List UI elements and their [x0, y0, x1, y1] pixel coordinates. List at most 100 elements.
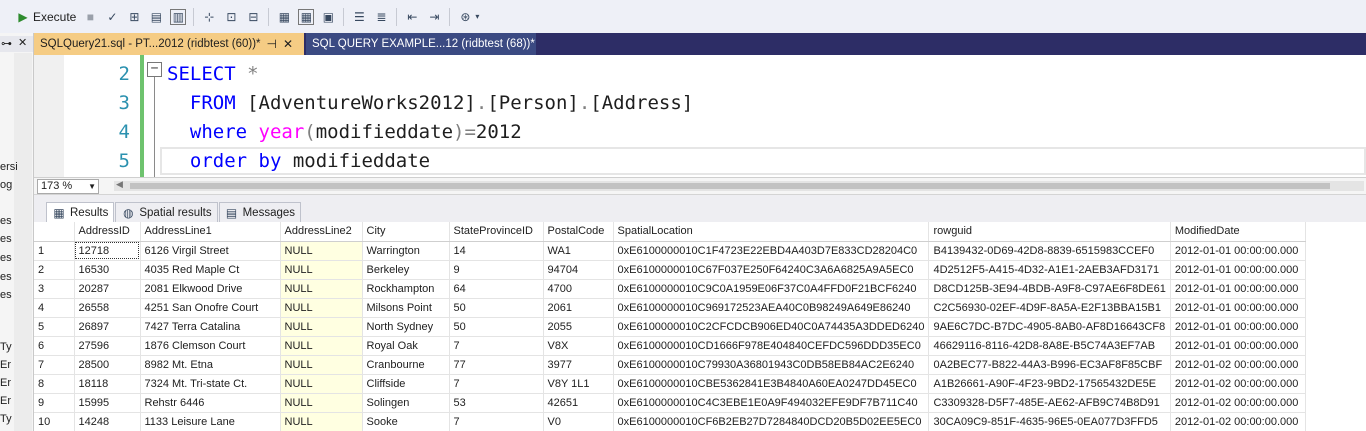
table-cell[interactable]: C3309328-D5F7-485E-AE62-AFB9C74B8D91 [928, 393, 1171, 413]
explorer-node[interactable]: ersi [0, 161, 18, 173]
table-cell[interactable]: 1876 Clemson Court [140, 336, 281, 356]
table-cell[interactable]: B4139432-0D69-42D8-8839-6515983CCEF0 [928, 241, 1171, 261]
table-cell[interactable]: Milsons Point [362, 298, 450, 318]
explorer-node[interactable]: og [0, 179, 12, 191]
table-cell[interactable]: NULL [280, 374, 363, 394]
estimated-plan-button[interactable]: ⊞ [123, 6, 145, 28]
table-cell[interactable]: 50 [449, 317, 544, 337]
table-row[interactable]: 2 16530 4035 Red Maple Ct NULL Berkeley 9 9470… [34, 260, 1306, 280]
zoom-dropdown[interactable]: 173 % ▼ [37, 179, 99, 194]
table-cell[interactable]: NULL [280, 241, 363, 261]
table-cell[interactable]: NULL [280, 355, 363, 375]
code-line[interactable]: 2 SELECT * [34, 59, 1364, 88]
table-cell[interactable]: 12718 [74, 241, 141, 261]
table-cell[interactable]: 50 [449, 298, 544, 318]
table-cell[interactable]: 6126 Virgil Street [140, 241, 281, 261]
table-cell[interactable]: 9 [449, 260, 544, 280]
table-cell[interactable]: Berkeley [362, 260, 450, 280]
table-cell[interactable]: 42651 [543, 393, 614, 413]
table-cell[interactable]: NULL [280, 412, 363, 431]
comment-button[interactable]: ☰ [348, 6, 370, 28]
stop-button[interactable]: ■ [79, 6, 101, 28]
table-row[interactable]: 6 27596 1876 Clemson Court NULL Royal Oak 7 V8… [34, 336, 1306, 356]
column-header[interactable]: City [362, 222, 450, 242]
explorer-node[interactable]: es [0, 271, 12, 283]
explorer-node[interactable]: Ty [0, 341, 12, 353]
intellisense-button[interactable]: ▥ [167, 6, 189, 28]
table-cell[interactable]: 1133 Leisure Lane [140, 412, 281, 431]
column-header[interactable]: SpatialLocation [613, 222, 930, 242]
query-editor[interactable]: − 2 SELECT * 3 FROM [AdventureWorks2012].[… [34, 55, 1366, 178]
table-cell[interactable]: 7 [449, 374, 544, 394]
table-cell[interactable]: 0A2BEC77-B822-44A3-B996-EC3AF8F85CBF [928, 355, 1171, 375]
code-line[interactable]: 4 where year(modifieddate)=2012 [34, 117, 1364, 146]
pin-icon[interactable]: ⊣ [267, 37, 277, 51]
table-cell[interactable]: 53 [449, 393, 544, 413]
table-cell[interactable]: 77 [449, 355, 544, 375]
close-icon[interactable]: ✕ [18, 36, 27, 49]
table-cell[interactable]: NULL [280, 298, 363, 318]
table-cell[interactable]: 28500 [74, 355, 141, 375]
scroll-left-icon[interactable]: ◀ [116, 179, 123, 190]
explorer-node[interactable]: Er [0, 359, 11, 371]
table-row[interactable]: 5 26897 7427 Terra Catalina NULL North Sydne… [34, 317, 1306, 337]
table-cell[interactable]: Rockhampton [362, 279, 450, 299]
table-row[interactable]: 4 26558 4251 San Onofre Court NULL Milsons P… [34, 298, 1306, 318]
table-row[interactable]: 7 28500 8982 Mt. Etna NULL Cranbourne 77 3977 0… [34, 355, 1306, 375]
table-row[interactable]: 3 20287 2081 Elkwood Drive NULL Rockhampton 6… [34, 279, 1306, 299]
table-cell[interactable]: 46629116-8116-42D8-8A8E-B5C74A3EF7AB [928, 336, 1171, 356]
row-number[interactable]: 7 [34, 355, 75, 375]
table-cell[interactable]: 26897 [74, 317, 141, 337]
table-cell[interactable]: 7 [449, 412, 544, 431]
table-cell[interactable]: 0xE6100000010C67F037E250F64240C3A6A6825A… [613, 260, 930, 280]
table-cell[interactable]: 0xE6100000010C2CFCDCB906ED40C0A74435A3DD… [613, 317, 930, 337]
table-cell[interactable]: Sooke [362, 412, 450, 431]
close-icon[interactable]: ✕ [283, 37, 293, 51]
uncomment-button[interactable]: ≣ [370, 6, 392, 28]
row-number[interactable]: 9 [34, 393, 75, 413]
table-cell[interactable]: Cliffside [362, 374, 450, 394]
live-stats-button[interactable]: ⊡ [220, 6, 242, 28]
table-cell[interactable]: 94704 [543, 260, 614, 280]
column-header[interactable]: ModifiedDate [1170, 222, 1306, 242]
table-cell[interactable]: 0xE6100000010C1F4723E22EBD4A403D7E833CD2… [613, 241, 930, 261]
table-cell[interactable]: 2012-01-01 00:00:00.000 [1170, 298, 1306, 318]
table-cell[interactable]: 14 [449, 241, 544, 261]
table-cell[interactable]: 2012-01-01 00:00:00.000 [1170, 336, 1306, 356]
row-number[interactable]: 1 [34, 241, 75, 261]
row-number[interactable]: 2 [34, 260, 75, 280]
table-cell[interactable]: 15995 [74, 393, 141, 413]
results-to-text-button[interactable]: ▦ [273, 6, 295, 28]
filter-icon[interactable]: ⊶ [1, 37, 12, 50]
table-cell[interactable]: D8CD125B-3E94-4BDB-A9F8-C97AE6F8DE61 [928, 279, 1171, 299]
results-to-grid-button[interactable]: ▦ [295, 6, 317, 28]
results-grid[interactable]: AddressID AddressLine1 AddressLine2 City Sta… [34, 222, 1366, 431]
table-cell[interactable]: 0xE6100000010CD1666F978E404840CEFDC596DD… [613, 336, 930, 356]
query-options-button[interactable]: ▤ [145, 6, 167, 28]
table-cell[interactable]: 4251 San Onofre Court [140, 298, 281, 318]
table-cell[interactable]: 64 [449, 279, 544, 299]
execute-button[interactable]: ▶ Execute [12, 6, 79, 28]
row-number[interactable]: 8 [34, 374, 75, 394]
specify-values-button[interactable]: ⊛ ▾ [454, 6, 484, 28]
column-header[interactable]: StateProvinceID [449, 222, 544, 242]
column-header[interactable]: AddressLine1 [140, 222, 281, 242]
table-cell[interactable]: NULL [280, 393, 363, 413]
table-cell[interactable]: 0xE6100000010C79930A36801943C0DB58EB84AC… [613, 355, 930, 375]
explorer-node[interactable]: Er [0, 377, 11, 389]
table-cell[interactable]: 26558 [74, 298, 141, 318]
table-cell[interactable]: NULL [280, 279, 363, 299]
table-cell[interactable]: Royal Oak [362, 336, 450, 356]
explorer-node[interactable]: Ty [0, 413, 12, 425]
table-cell[interactable]: NULL [280, 260, 363, 280]
table-cell[interactable]: 14248 [74, 412, 141, 431]
table-cell[interactable]: 7 [449, 336, 544, 356]
row-number[interactable]: 10 [34, 412, 75, 431]
table-cell[interactable]: 2012-01-01 00:00:00.000 [1170, 241, 1306, 261]
parse-button[interactable]: ✓ [101, 6, 123, 28]
table-cell[interactable]: 2012-01-02 00:00:00.000 [1170, 393, 1306, 413]
table-cell[interactable]: V8X [543, 336, 614, 356]
table-cell[interactable]: Rehstr 6446 [140, 393, 281, 413]
code-line[interactable]: 3 FROM [AdventureWorks2012].[Person].[Ad… [34, 88, 1364, 117]
tab-sql-query-example[interactable]: SQL QUERY EXAMPLE...12 (ridbtest (68))* [306, 33, 536, 55]
